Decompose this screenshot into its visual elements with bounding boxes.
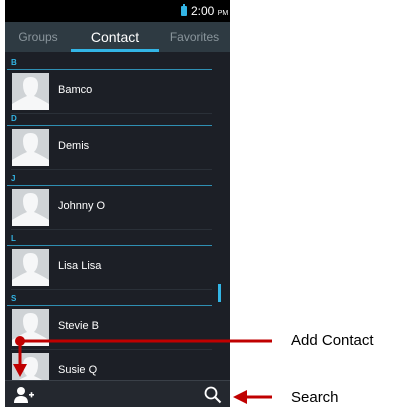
add-contact-annotation: Add Contact <box>291 332 374 349</box>
add-contact-arrow <box>13 336 272 377</box>
search-annotation: Search <box>291 389 339 406</box>
search-arrow <box>233 390 272 404</box>
